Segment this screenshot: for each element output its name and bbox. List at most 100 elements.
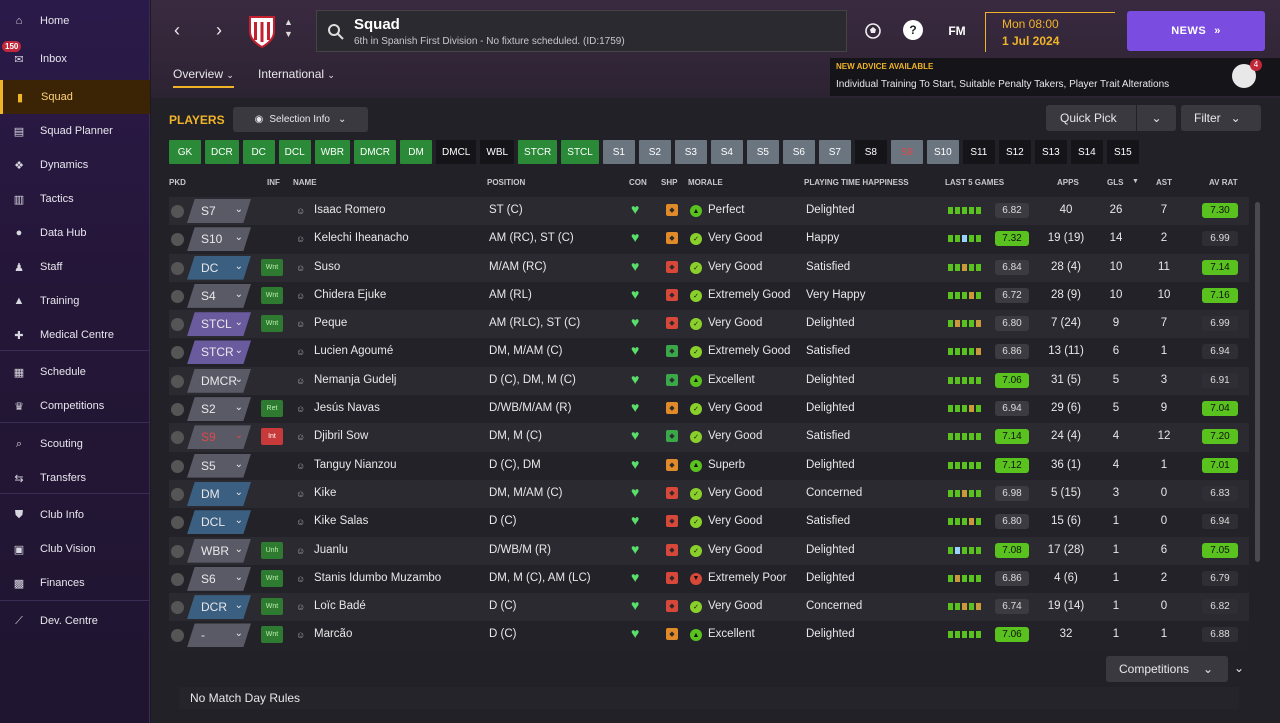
player-name[interactable]: Jesús Navas: [314, 402, 380, 414]
position-selector[interactable]: S5 ⌄: [187, 453, 251, 478]
position-button-s14[interactable]: S14: [1070, 140, 1103, 164]
position-button-wbl[interactable]: WBL: [480, 140, 515, 164]
col-apps[interactable]: APPS: [1057, 178, 1079, 187]
sidebar-item-tactics[interactable]: ▥ Tactics: [0, 182, 150, 216]
sidebar-item-home[interactable]: ⌂ Home: [0, 4, 150, 38]
position-button-s4[interactable]: S4: [710, 140, 743, 164]
position-button-s9[interactable]: S9: [890, 140, 923, 164]
sidebar-item-dev-centre[interactable]: ⟋ Dev. Centre: [0, 604, 150, 638]
picked-checkbox[interactable]: [171, 544, 184, 558]
picked-checkbox[interactable]: [171, 346, 184, 360]
position-selector[interactable]: S2 ⌄: [187, 397, 251, 422]
position-selector[interactable]: WBR ⌄: [187, 538, 251, 563]
table-row[interactable]: S7 ⌄ ☺ Isaac Romero ST (C) ♥ ◆ ▲ Perfect Delighte…: [169, 197, 1249, 226]
picked-checkbox[interactable]: [171, 403, 184, 417]
player-name[interactable]: Peque: [314, 317, 347, 329]
picked-checkbox[interactable]: [171, 205, 184, 218]
table-row[interactable]: S2 ⌄ Ret ☺ Jesús Navas D/WB/M/AM (R) ♥ ◆ ✓ Very G…: [169, 395, 1249, 424]
news-button[interactable]: NEWS »: [1127, 11, 1265, 51]
position-button-gk[interactable]: GK: [169, 140, 201, 164]
table-row[interactable]: - ⌄ Wnt ☺ Marcão D (C) ♥ ◆ ▲ Excellent Delighted 7.…: [169, 621, 1249, 650]
player-name[interactable]: Kike: [314, 487, 336, 499]
collapse-chevron-icon[interactable]: ⌄: [1234, 661, 1244, 675]
picked-checkbox[interactable]: [171, 261, 184, 275]
table-row[interactable]: STCR ⌄ ☺ Lucien Agoumé DM, M/AM (C) ♥ ◆ ✓ Extrem…: [169, 338, 1249, 367]
picked-checkbox[interactable]: [171, 459, 184, 473]
position-button-s7[interactable]: S7: [818, 140, 851, 164]
position-selector[interactable]: STCR ⌄: [187, 340, 251, 365]
position-button-dc[interactable]: DC: [242, 140, 275, 164]
competitions-button[interactable]: Competitions ⌄: [1106, 656, 1228, 682]
col-last5[interactable]: LAST 5 GAMES: [945, 178, 1004, 187]
position-button-dm[interactable]: DM: [400, 140, 433, 164]
picked-checkbox[interactable]: [171, 374, 184, 388]
player-name[interactable]: Marcão: [314, 628, 352, 640]
position-button-dcl[interactable]: DCL: [278, 140, 311, 164]
sidebar-item-data-hub[interactable]: ● Data Hub: [0, 216, 150, 250]
position-selector[interactable]: - ⌄: [187, 623, 251, 648]
sidebar-item-medical-centre[interactable]: ✚ Medical Centre: [0, 318, 150, 352]
player-name[interactable]: Lucien Agoumé: [314, 345, 393, 357]
player-name[interactable]: Djibril Sow: [314, 430, 368, 442]
picked-checkbox[interactable]: [171, 516, 184, 530]
sidebar-item-dynamics[interactable]: ❖ Dynamics: [0, 148, 150, 182]
position-button-s1[interactable]: S1: [602, 140, 635, 164]
col-shp[interactable]: SHP: [661, 178, 677, 187]
table-row[interactable]: WBR ⌄ Unh ☺ Juanlu D/WB/M (R) ♥ ◆ ✓ Very Good Deli…: [169, 536, 1249, 565]
sidebar-item-squad-planner[interactable]: ▤ Squad Planner: [0, 114, 150, 148]
selection-info-button[interactable]: ◉ Selection Info ⌄: [233, 107, 368, 132]
sidebar-item-inbox[interactable]: ✉ Inbox: [0, 42, 150, 76]
position-selector[interactable]: S7 ⌄: [187, 199, 251, 223]
position-selector[interactable]: DC ⌄: [187, 255, 251, 280]
table-row[interactable]: DMCR ⌄ ☺ Nemanja Gudelj D (C), DM, M (C) ♥ ◆ ▲ E…: [169, 366, 1249, 396]
sidebar-item-competitions[interactable]: ♛ Competitions: [0, 389, 150, 423]
player-name[interactable]: Juanlu: [314, 544, 348, 556]
search-icon[interactable]: [327, 23, 345, 41]
col-con[interactable]: CON: [629, 178, 647, 187]
position-button-s3[interactable]: S3: [674, 140, 707, 164]
position-selector[interactable]: S6 ⌄: [187, 566, 251, 591]
match-day-rules[interactable]: No Match Day Rules: [179, 687, 1239, 709]
position-selector[interactable]: DM ⌄: [187, 481, 251, 506]
back-arrow-icon[interactable]: ‹: [165, 18, 189, 42]
col-avr[interactable]: AV RAT: [1209, 178, 1238, 187]
player-name[interactable]: Chidera Ejuke: [314, 289, 386, 301]
sidebar-item-squad[interactable]: ▮ Squad: [0, 80, 150, 114]
advice-panel[interactable]: NEW ADVICE AVAILABLE Individual Training…: [830, 58, 1280, 96]
col-gls[interactable]: GLS: [1107, 178, 1123, 187]
position-selector[interactable]: S9 ⌄: [187, 425, 251, 450]
position-button-s2[interactable]: S2: [638, 140, 671, 164]
picked-checkbox[interactable]: [171, 318, 184, 332]
col-pth[interactable]: PLAYING TIME HAPPINESS: [804, 178, 909, 187]
picked-checkbox[interactable]: [171, 289, 184, 303]
player-name[interactable]: Loïc Badé: [314, 600, 366, 612]
position-button-dmcl[interactable]: DMCL: [436, 140, 477, 164]
picked-checkbox[interactable]: [171, 233, 184, 247]
sidebar-item-schedule[interactable]: ▦ Schedule: [0, 355, 150, 389]
table-row[interactable]: S4 ⌄ Wnt ☺ Chidera Ejuke AM (RL) ♥ ◆ ✓ Extremely …: [169, 281, 1249, 311]
quick-pick-button[interactable]: Quick Pick ⌄: [1046, 105, 1176, 131]
sidebar-item-scouting[interactable]: ⌕ Scouting: [0, 427, 150, 461]
sidebar-item-training[interactable]: ▲ Training: [0, 284, 150, 318]
tab-overview[interactable]: Overview ⌄: [173, 67, 234, 88]
picked-checkbox[interactable]: [171, 572, 184, 586]
sidebar-item-finances[interactable]: ▩ Finances: [0, 566, 150, 600]
col-morale[interactable]: MORALE: [688, 178, 723, 187]
fm-logo[interactable]: FM: [943, 20, 971, 42]
position-button-s8[interactable]: S8: [854, 140, 887, 164]
position-selector[interactable]: DCL ⌄: [187, 510, 251, 535]
picked-checkbox[interactable]: [171, 487, 184, 501]
position-button-dmcr[interactable]: DMCR: [354, 140, 397, 164]
sidebar-item-transfers[interactable]: ⇆ Transfers: [0, 461, 150, 495]
sidebar-item-club-vision[interactable]: ▣ Club Vision: [0, 532, 150, 566]
player-name[interactable]: Isaac Romero: [314, 204, 386, 216]
position-button-s13[interactable]: S13: [1034, 140, 1067, 164]
table-row[interactable]: DM ⌄ ☺ Kike DM, M/AM (C) ♥ ◆ ✓ Very Good Concerne…: [169, 479, 1249, 509]
col-pkd[interactable]: PKD: [169, 178, 186, 187]
sidebar-item-staff[interactable]: ♟ Staff: [0, 250, 150, 284]
player-name[interactable]: Tanguy Nianzou: [314, 459, 396, 471]
col-name[interactable]: NAME: [293, 178, 317, 187]
position-button-s11[interactable]: S11: [962, 140, 995, 164]
position-selector[interactable]: S10 ⌄: [187, 227, 251, 252]
position-selector[interactable]: DCR ⌄: [187, 595, 251, 620]
